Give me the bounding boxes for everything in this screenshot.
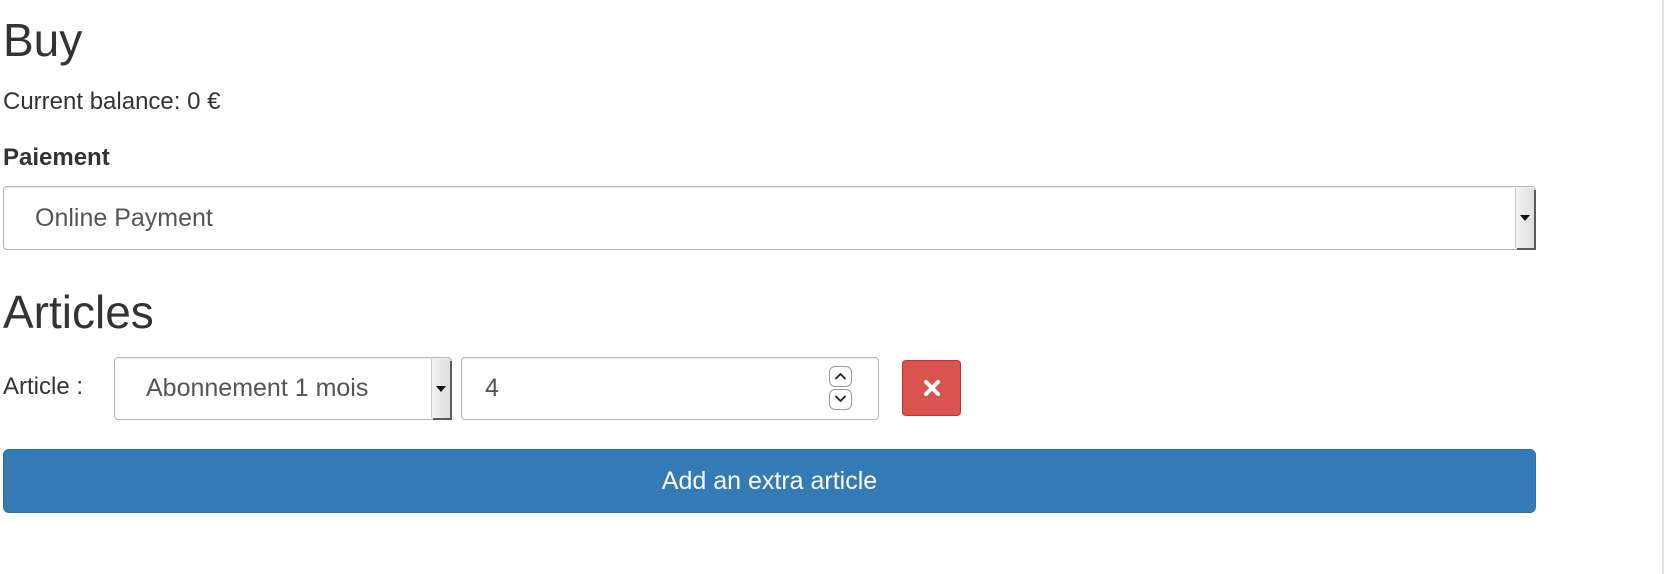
- quantity-value: 4: [485, 374, 499, 402]
- page: Buy Current balance: 0 € Paiement Online…: [0, 0, 1666, 574]
- article-select[interactable]: Abonnement 1 mois: [114, 357, 452, 420]
- chevron-up-icon: [835, 373, 846, 380]
- current-balance: Current balance: 0 €: [3, 88, 221, 115]
- add-article-button[interactable]: Add an extra article: [3, 449, 1536, 513]
- times-icon: [924, 380, 940, 396]
- payment-selected-value: Online Payment: [35, 204, 213, 232]
- quantity-decrement-button[interactable]: [829, 389, 852, 410]
- remove-article-button[interactable]: [902, 360, 961, 416]
- article-select-toggle[interactable]: [431, 359, 450, 418]
- caret-down-icon: [1520, 215, 1530, 221]
- caret-down-icon: [436, 385, 446, 392]
- page-title: Buy: [3, 14, 83, 66]
- quantity-input[interactable]: 4: [461, 357, 879, 420]
- payment-label: Paiement: [3, 144, 110, 171]
- articles-heading: Articles: [3, 286, 154, 338]
- payment-select[interactable]: Online Payment: [3, 186, 1536, 250]
- quantity-increment-button[interactable]: [829, 366, 852, 387]
- chevron-down-icon: [835, 395, 846, 402]
- article-row-label: Article :: [3, 373, 84, 400]
- page-divider: [1662, 0, 1664, 574]
- article-selected-value: Abonnement 1 mois: [146, 374, 369, 402]
- payment-select-toggle[interactable]: [1515, 188, 1534, 248]
